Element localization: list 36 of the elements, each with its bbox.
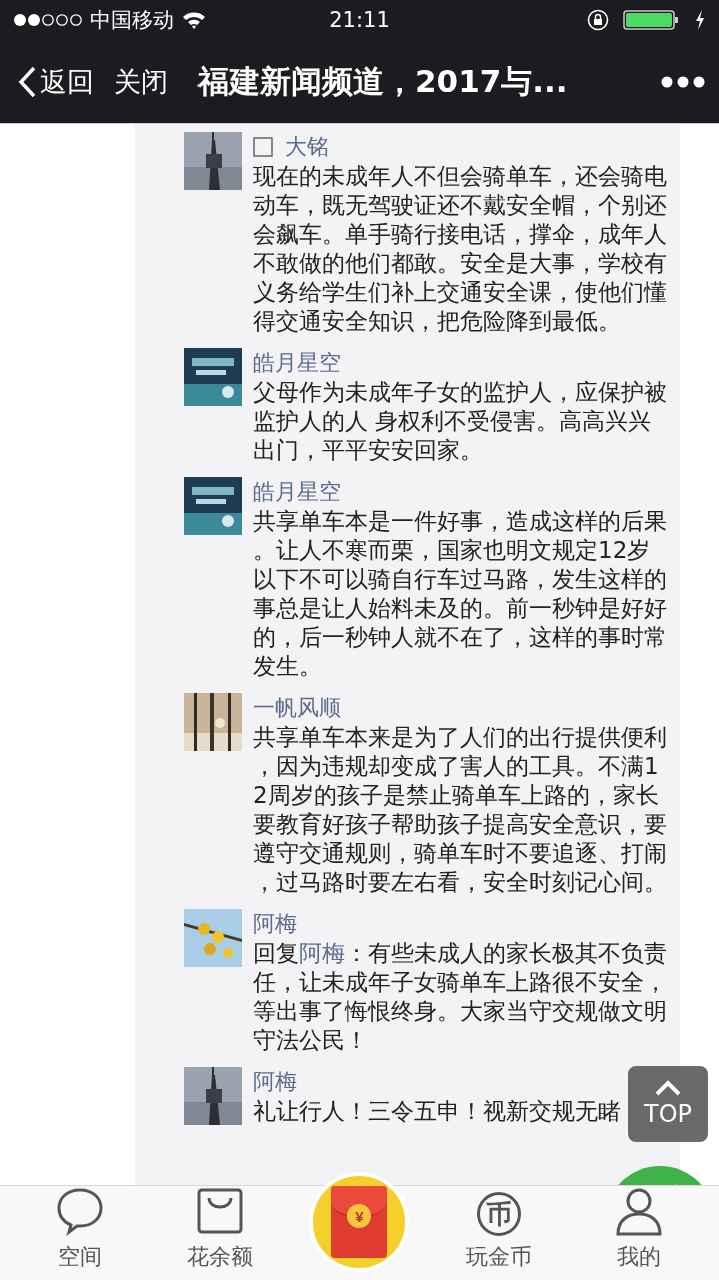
rotation-lock-icon bbox=[587, 9, 609, 31]
comment-text: 现在的未成年人不但会骑单车，还会骑电动车，既无驾驶证还不戴安全帽，个别还会飙车。单手骑行接电话，撑伞，成年人不敢做的他们都敢。安全是大事，学校有义务给学生们补上交通安全课，使他们懂得交通安全知识，把危险降到最低。 bbox=[253, 162, 668, 336]
comment-text: 父母作为未成年子女的监护人，应保护被监护人的人 身权利不受侵害。高高兴兴出门，平平安安回家。 bbox=[253, 378, 668, 465]
comment-text: 回复阿梅：有些未成人的家长极其不负责任，让未成年子女骑单车上路很不安全，等出事了悔恨终身。大家当守交规做文明守法公民！ bbox=[253, 939, 668, 1055]
person-icon bbox=[614, 1186, 665, 1236]
carrier-name: 中国移动 bbox=[90, 7, 174, 34]
clock-time: 21:11 bbox=[329, 8, 390, 32]
comment-text: 礼让行人！三令五申！视新交规无睹 bbox=[253, 1097, 621, 1126]
currency-symbol: ¥ bbox=[347, 1204, 372, 1228]
commenter-name[interactable]: 皓月星空 bbox=[253, 348, 341, 378]
comment-text: 共享单车本是一件好事，造成这样的后果。让人不寒而栗，国家也明文规定12岁以下不可以骑自行车过马路，发生这样的事总是让人始料未及的。前一秒钟是好好的，后一秒钟人就不在了，这样的事时常发生。 bbox=[253, 507, 668, 681]
comment-text: 共享单车本来是为了人们的出行提供便利，因为违规却变成了害人的工具。不满12周岁的孩子是禁止骑单车上路的，家长要教育好孩子帮助孩子提高安全意识，要遵守交通规则，骑单车时不要追逐、打闹，过马路时要左右看，安全时刻记心间。 bbox=[253, 723, 668, 897]
charging-icon bbox=[695, 10, 705, 30]
coin-icon: 币 bbox=[477, 1192, 522, 1236]
close-button[interactable]: 关闭 bbox=[114, 63, 168, 100]
chevron-left-icon bbox=[18, 65, 36, 98]
chevron-up-icon bbox=[655, 1080, 681, 1096]
commenter-name[interactable]: 一帆风顺 bbox=[253, 693, 341, 723]
commenter-name[interactable]: 阿梅 bbox=[253, 1067, 297, 1097]
page-title: 福建新闻频道，2017与... bbox=[198, 61, 569, 101]
back-button[interactable]: 返回 bbox=[18, 63, 94, 100]
commenter-name[interactable]: 大铭 bbox=[285, 132, 329, 162]
signal-icon bbox=[14, 12, 82, 28]
commenter-name[interactable]: 阿梅 bbox=[253, 909, 297, 939]
back-to-top-button[interactable]: TOP bbox=[628, 1066, 708, 1142]
tab-item[interactable]: 币 玩金币 bbox=[439, 1186, 560, 1280]
gift-envelope-button[interactable]: ¥ bbox=[309, 1172, 410, 1272]
reply-link[interactable]: 阿梅 bbox=[299, 940, 345, 966]
battery-icon bbox=[623, 9, 681, 31]
tab-item[interactable]: 我的 bbox=[579, 1186, 700, 1280]
more-icon bbox=[661, 75, 705, 88]
commenter-name[interactable]: 皓月星空 bbox=[253, 477, 341, 507]
tab-item[interactable]: 空间 bbox=[19, 1186, 140, 1280]
tab-item[interactable]: 花余额 bbox=[159, 1186, 280, 1280]
more-button[interactable] bbox=[661, 75, 705, 88]
wifi-icon bbox=[182, 11, 206, 29]
